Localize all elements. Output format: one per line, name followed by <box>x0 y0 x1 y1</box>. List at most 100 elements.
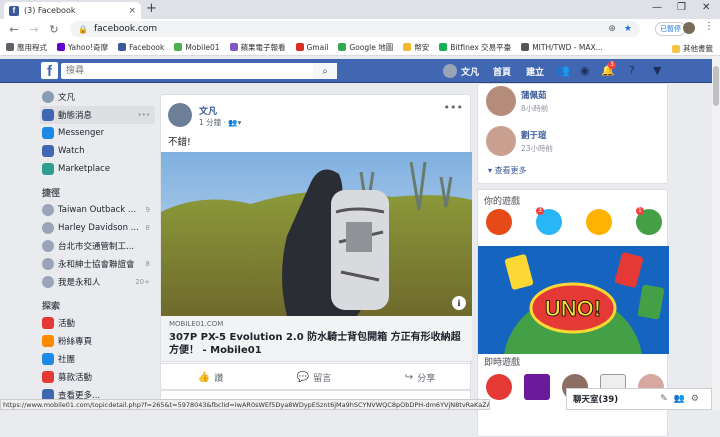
bookmark-item[interactable]: 蘋果電子報看 <box>229 42 286 53</box>
uno-game-banner[interactable]: UNO! <box>478 246 669 354</box>
url-text: facebook.com <box>93 24 158 34</box>
browser-avatar-icon[interactable] <box>683 22 695 34</box>
see-more-link[interactable]: ▾ 查看更多 <box>488 165 527 176</box>
page-scrollbar[interactable] <box>712 56 720 410</box>
explore-icon <box>42 335 54 347</box>
search-input[interactable] <box>61 63 311 79</box>
bookmark-item[interactable]: Bitfinex 交易平臺 <box>439 42 511 53</box>
chat-options-icon[interactable]: ✎👥⚙ <box>660 394 705 404</box>
group-icon <box>42 204 54 216</box>
left-nav-user[interactable]: 文凡 <box>40 88 155 106</box>
tab-title: (3) Facebook <box>24 6 76 15</box>
game-icon[interactable] <box>486 209 512 235</box>
shortcut-count: 20+ <box>135 278 150 286</box>
back-icon[interactable]: ← <box>8 23 20 36</box>
tab-close-icon[interactable]: × <box>128 6 136 16</box>
bookmark-item[interactable]: MITH/TWD - MAX... <box>521 43 603 52</box>
post-author-avatar[interactable] <box>168 103 192 127</box>
facebook-favicon-icon: f <box>9 5 19 16</box>
post-text: 不錯! <box>168 137 191 148</box>
shortcut-item[interactable]: Harley Davidson ... 8 <box>40 219 155 237</box>
like-button[interactable]: 👍 讚 <box>198 371 223 384</box>
explore-item[interactable]: 活動 <box>40 314 155 332</box>
post-author[interactable]: 文凡 <box>199 104 217 117</box>
header-user-name[interactable]: 文凡 <box>461 65 479 78</box>
shortcut-item[interactable]: Taiwan Outback ... 9 <box>40 201 155 219</box>
game-icon[interactable] <box>586 209 612 235</box>
post-photo[interactable]: i <box>161 152 472 316</box>
friend-avatar <box>486 86 516 116</box>
post-photo-image <box>161 152 472 316</box>
bookmark-item[interactable]: Google 地圖 <box>338 42 393 53</box>
new-tab-button[interactable]: + <box>146 1 157 16</box>
left-nav-item[interactable]: 動態消息 ••• <box>40 106 155 124</box>
chat-bar[interactable]: 聊天室(39) ✎👥⚙ <box>566 388 712 410</box>
shortcut-item[interactable]: 永和紳士協會聯誼會 8 <box>40 255 155 273</box>
address-bar-row: ← → ↻ 🔒 facebook.com ⊕ ★ <box>0 19 720 39</box>
link-title[interactable]: 307P PX-5 Evolution 2.0 防水騎士背包開箱 方正有形收納超… <box>169 331 464 357</box>
shortcut-item[interactable]: 台北市交通管制工... <box>40 237 155 255</box>
shortcut-count: 8 <box>145 260 150 268</box>
game-badge: 3 <box>536 207 544 215</box>
explore-item[interactable]: 募款活動 <box>40 368 155 386</box>
explore-item[interactable]: 社團 <box>40 350 155 368</box>
bookmarks-bar: 應用程式 Yahoo!奇摩 Facebook Mobile01 蘋果電子報看 Gmail G… <box>0 39 720 56</box>
more-icon[interactable]: ••• <box>138 111 150 119</box>
nav-item-icon <box>42 163 54 175</box>
bookmark-item[interactable]: Mobile01 <box>174 43 220 52</box>
account-menu-icon[interactable]: ▼ <box>653 64 661 77</box>
post-time: 1 分鐘 · 👥▾ <box>199 118 242 127</box>
messenger-icon[interactable]: ◉ <box>580 64 590 77</box>
status-bar-url: https://www.mobile01.com/topicdetail.php… <box>0 399 490 410</box>
friend-item[interactable]: 蒲佩茹 8小時前 <box>486 86 548 116</box>
zoom-icon[interactable]: ⊕ <box>608 24 616 34</box>
info-icon[interactable]: i <box>452 296 466 310</box>
maximize-icon[interactable]: ❐ <box>677 2 686 13</box>
forward-icon[interactable]: → <box>28 23 40 36</box>
browser-tab-facebook[interactable]: f (3) Facebook × <box>4 2 141 19</box>
instant-game-icon[interactable] <box>524 374 550 400</box>
left-nav-item[interactable]: Marketplace <box>40 160 155 178</box>
star-icon[interactable]: ★ <box>624 24 632 34</box>
browser-menu-icon[interactable]: ⋮ <box>704 21 714 32</box>
bookmark-item[interactable]: Yahoo!奇摩 <box>57 42 108 53</box>
explore-icon <box>42 353 54 365</box>
share-button[interactable]: ↪ 分享 <box>405 371 435 384</box>
left-nav-item[interactable]: Messenger <box>40 124 155 142</box>
friend-item[interactable]: 劉于瑄 23小時前 <box>486 126 553 156</box>
minimize-icon[interactable]: — <box>652 2 662 13</box>
friend-requests-icon[interactable]: 👥 <box>556 64 570 77</box>
left-nav: 文凡 動態消息 ••• Messenger Watch Marketplace 捷徑 T… <box>40 88 155 404</box>
nav-create[interactable]: 建立 <box>526 65 544 78</box>
reload-icon[interactable]: ↻ <box>48 23 60 36</box>
group-icon <box>42 222 54 234</box>
profile-paused-button[interactable]: 已暫停 <box>655 22 686 36</box>
bookmark-item[interactable]: 應用程式 <box>6 42 47 53</box>
bookmark-item[interactable]: Gmail <box>295 43 328 52</box>
bookmark-icon <box>338 43 347 51</box>
search-icon[interactable]: ⌕ <box>313 63 337 79</box>
shortcut-item[interactable]: 我是永和人 20+ <box>40 273 155 291</box>
nav-item-icon <box>42 127 54 139</box>
left-nav-item[interactable]: Watch <box>40 142 155 160</box>
bookmark-icon <box>295 43 304 51</box>
bookmark-item[interactable]: Facebook <box>118 43 164 52</box>
omnibox[interactable]: 🔒 facebook.com ⊕ ★ <box>70 21 640 37</box>
help-icon[interactable]: ? <box>629 64 635 77</box>
explore-icon <box>42 317 54 329</box>
shortcuts-title: 捷徑 <box>42 189 61 199</box>
bookmark-item[interactable]: 幣安 <box>403 42 429 53</box>
close-window-icon[interactable]: ✕ <box>702 2 710 13</box>
scrollbar-thumb[interactable] <box>713 66 719 106</box>
facebook-logo[interactable]: f <box>41 62 58 80</box>
comment-button[interactable]: 💬 留言 <box>297 371 331 384</box>
post-more-icon[interactable]: ••• <box>444 101 463 114</box>
facebook-header: f ⌕ 文凡 首頁 建立 👥 ◉ 🔔 3 ? ▼ <box>0 59 712 83</box>
other-bookmarks[interactable]: 其他書籤 <box>672 43 713 54</box>
lock-icon: 🔒 <box>78 24 88 34</box>
nav-home[interactable]: 首頁 <box>493 65 511 78</box>
explore-item[interactable]: 粉絲專頁 <box>40 332 155 350</box>
link-preview[interactable]: MOBILE01.COM 307P PX-5 Evolution 2.0 防水騎… <box>161 316 472 362</box>
user-avatar[interactable] <box>443 64 457 78</box>
instant-game-icon[interactable] <box>486 374 512 400</box>
